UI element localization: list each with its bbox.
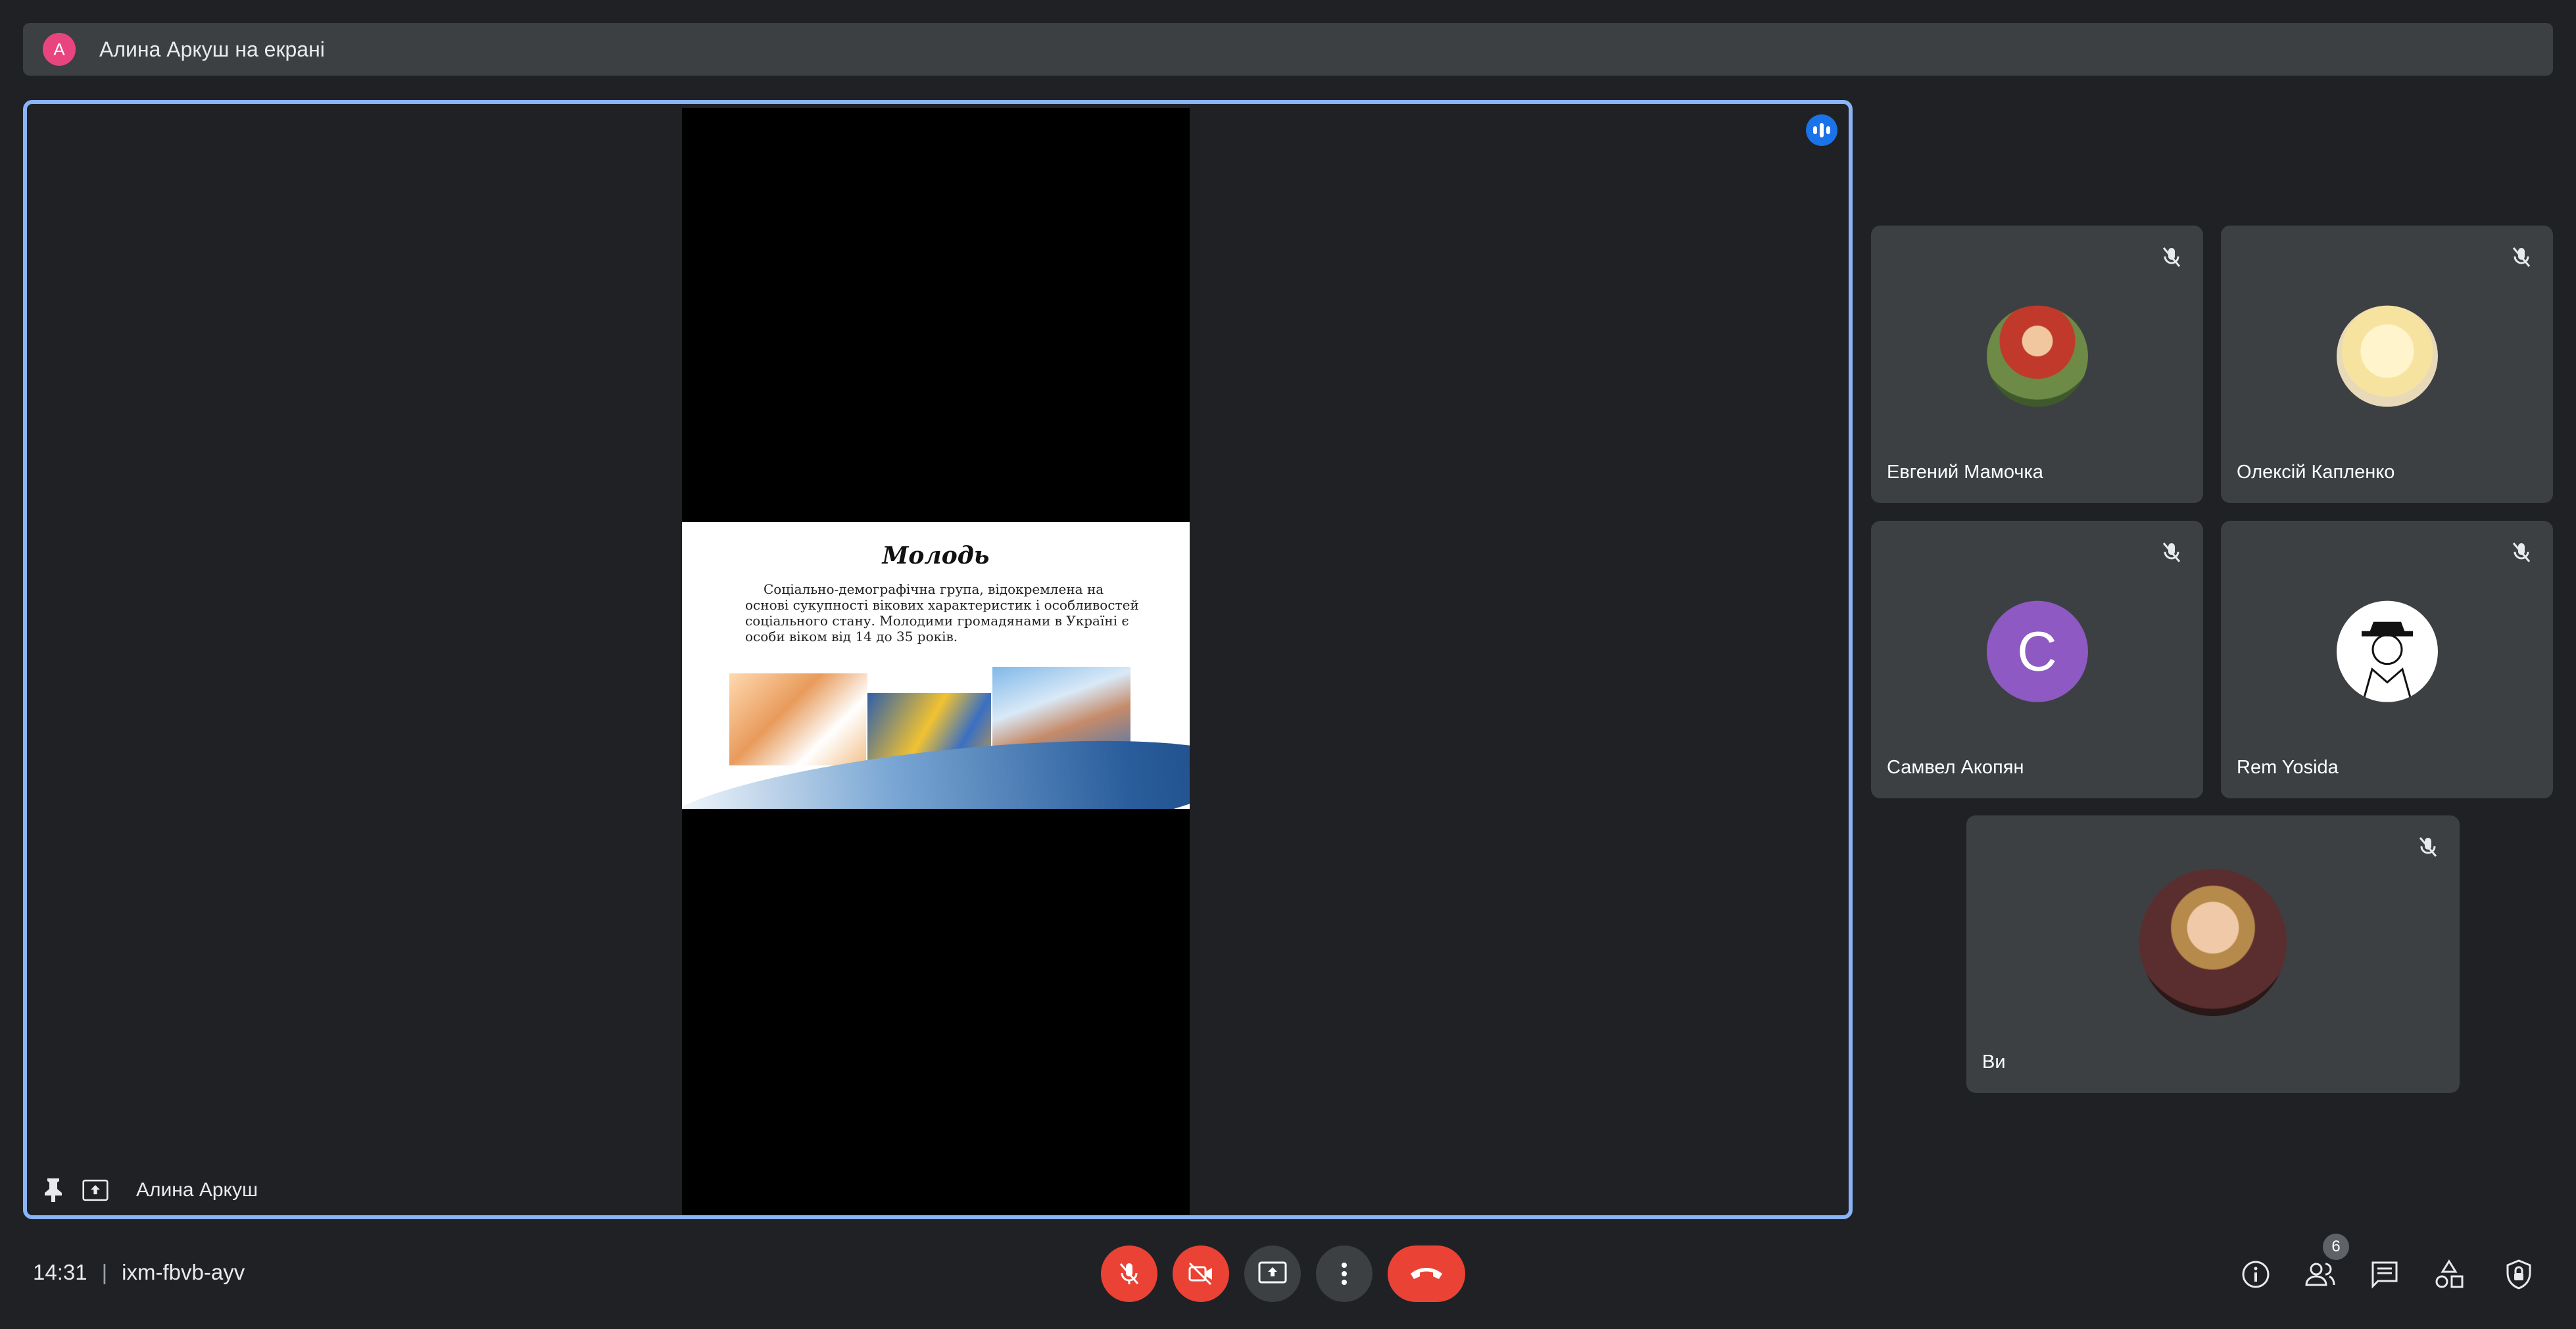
presenting-banner-text: Алина Аркуш на екрані	[99, 37, 325, 61]
leave-call-button[interactable]	[1388, 1245, 1465, 1302]
presenting-banner: A Алина Аркуш на екрані	[23, 23, 2553, 76]
chat-icon	[2371, 1261, 2398, 1289]
people-button[interactable]	[2300, 1255, 2340, 1294]
host-controls-button[interactable]	[2499, 1255, 2539, 1294]
main-stage[interactable]: Молодь Соціально-демографічна група, від…	[23, 100, 1853, 1219]
participant-tile[interactable]: Олексій Капленко	[2221, 226, 2553, 503]
camera-off-icon	[1188, 1262, 1212, 1286]
avatar	[2336, 600, 2438, 702]
participant-tile[interactable]: Евгений Мамочка	[1871, 226, 2203, 503]
avatar	[2336, 305, 2438, 407]
slide-body: Соціально-демографічна група, відокремле…	[745, 581, 1139, 644]
shared-screen: Молодь Соціально-демографічна група, від…	[682, 108, 1190, 1215]
people-count-badge: 6	[2323, 1234, 2349, 1260]
participant-name: Олексій Капленко	[2237, 462, 2395, 483]
more-vert-icon	[1342, 1263, 1347, 1285]
meeting-code: ixm-fbvb-ayv	[122, 1260, 245, 1284]
slide-photo-crowd	[728, 672, 869, 767]
present-now-button[interactable]	[1244, 1245, 1301, 1302]
more-options-button[interactable]	[1316, 1245, 1373, 1302]
participant-tile-self[interactable]: Ви	[1966, 815, 2460, 1093]
activities-button[interactable]	[2429, 1255, 2469, 1294]
presenter-avatar: A	[43, 33, 76, 66]
mic-off-icon	[1119, 1263, 1139, 1284]
info-icon	[2242, 1261, 2270, 1288]
participant-name: Евгений Мамочка	[1887, 462, 2043, 483]
participant-tile[interactable]: Rem Yosida	[2221, 521, 2553, 798]
separator: |	[101, 1260, 108, 1284]
host-controls-icon	[2506, 1259, 2531, 1290]
mic-off-icon	[2162, 247, 2181, 267]
slide-title: Молодь	[882, 542, 990, 569]
mic-toggle-button[interactable]	[1101, 1245, 1157, 1302]
avatar	[2139, 869, 2287, 1017]
pin-icon[interactable]	[40, 1177, 66, 1203]
people-icon	[2305, 1263, 2335, 1286]
mic-off-icon	[2162, 543, 2181, 562]
present-icon	[82, 1177, 109, 1203]
chat-button[interactable]	[2365, 1255, 2404, 1294]
clock: 14:31	[33, 1260, 87, 1284]
present-screen-icon	[1258, 1261, 1287, 1284]
activities-icon	[2435, 1259, 2464, 1288]
participant-tile[interactable]: C Самвел Акопян	[1871, 521, 2203, 798]
participant-name: Rem Yosida	[2237, 757, 2339, 778]
call-end-icon	[1411, 1268, 1442, 1279]
meeting-info-button[interactable]	[2236, 1255, 2275, 1294]
camera-toggle-button[interactable]	[1173, 1245, 1229, 1302]
stage-footer: Алина Аркуш	[40, 1177, 258, 1203]
participant-name: Самвел Акопян	[1887, 757, 2024, 778]
talking-indicator-icon	[1806, 114, 1837, 146]
mic-off-icon	[2512, 247, 2531, 267]
mic-off-icon	[2419, 837, 2437, 857]
meeting-details: 14:31 | ixm-fbvb-ayv	[33, 1260, 245, 1285]
mic-off-icon	[2512, 543, 2531, 562]
presentation-slide: Молодь Соціально-демографічна група, від…	[682, 522, 1190, 809]
presenter-name: Алина Аркуш	[136, 1179, 258, 1201]
avatar	[1986, 305, 2088, 407]
avatar: C	[1986, 600, 2088, 702]
participant-name: Ви	[1982, 1051, 2006, 1073]
